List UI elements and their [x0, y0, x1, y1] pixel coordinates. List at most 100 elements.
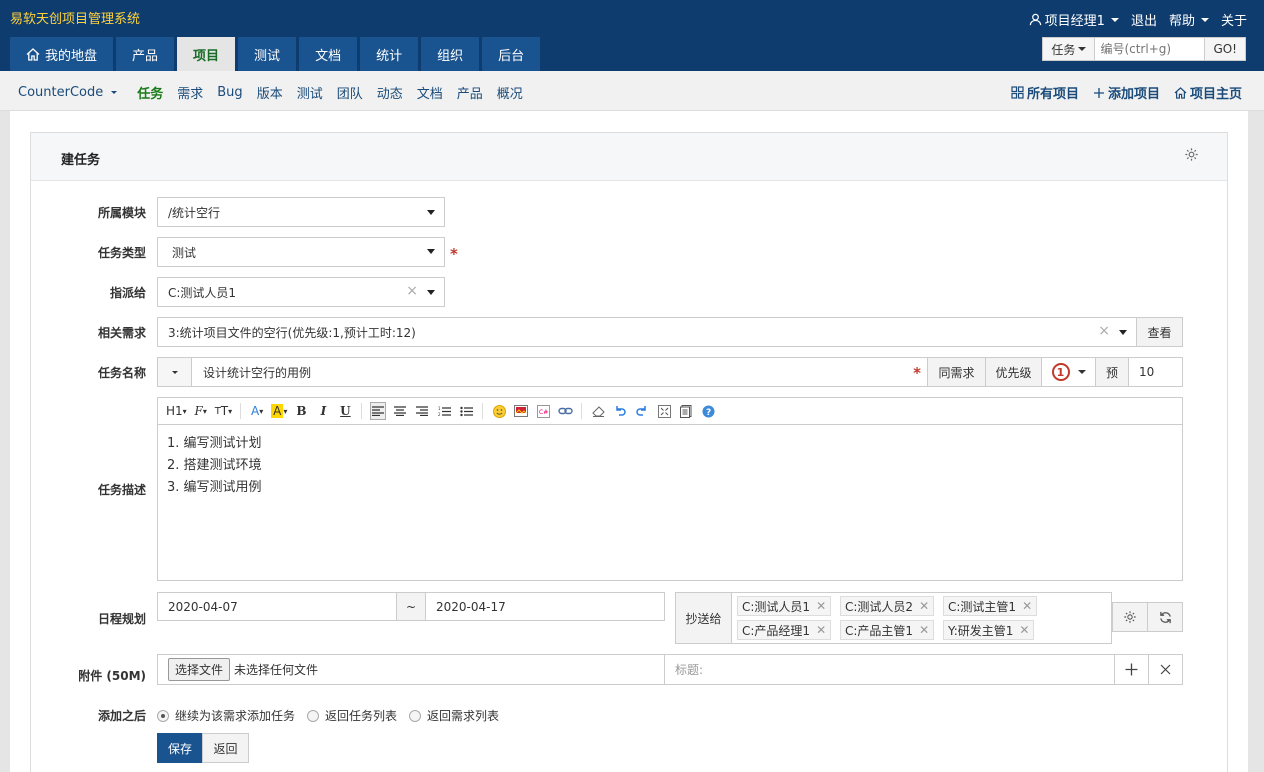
- remove-tag-icon[interactable]: ✕: [1022, 599, 1032, 613]
- user-dropdown[interactable]: 项目经理1: [1029, 10, 1119, 29]
- file-input[interactable]: 选择文件 未选择任何文件: [157, 654, 665, 685]
- subnav-bug[interactable]: Bug: [217, 85, 242, 100]
- app-brand[interactable]: 易软天创项目管理系统: [10, 8, 140, 27]
- eraser-icon[interactable]: [590, 402, 606, 420]
- desc-line: 3. 编写测试用例: [167, 480, 262, 495]
- subnav-task[interactable]: 任务: [137, 83, 163, 102]
- task-name-input[interactable]: 设计统计空行的用例 *: [191, 357, 928, 387]
- align-center-icon[interactable]: [392, 402, 408, 420]
- remove-tag-icon[interactable]: ✕: [919, 623, 929, 637]
- font-size-icon[interactable]: T T ▾: [215, 402, 232, 420]
- nav-tab-product[interactable]: 产品: [116, 37, 175, 71]
- project-home-link[interactable]: 项目主页: [1174, 83, 1242, 102]
- search-go-button[interactable]: GO!: [1205, 37, 1246, 61]
- cc-tag: C:测试人员1 ✕: [737, 596, 832, 616]
- clear-icon[interactable]: ×: [406, 283, 418, 299]
- cc-settings-button[interactable]: [1112, 602, 1148, 632]
- task-description-editor[interactable]: 1. 编写测试计划 2. 搭建测试环境 3. 编写测试用例: [157, 424, 1183, 581]
- nav-tab-admin[interactable]: 后台: [482, 37, 541, 71]
- help-dropdown[interactable]: 帮助: [1169, 10, 1209, 29]
- clear-icon[interactable]: ×: [1098, 323, 1110, 339]
- nav-tab-project[interactable]: 项目: [177, 37, 236, 71]
- choose-file-button[interactable]: 选择文件: [168, 658, 231, 681]
- add-project-link[interactable]: 添加项目: [1093, 83, 1160, 102]
- end-date-input[interactable]: 2020-04-17: [425, 592, 665, 621]
- cc-tag: C:产品主管1 ✕: [840, 620, 935, 640]
- nav-tab-org[interactable]: 组织: [421, 37, 480, 71]
- project-switcher[interactable]: CounterCode: [18, 85, 118, 100]
- grid-icon: [1011, 86, 1024, 99]
- heading-icon[interactable]: H1 ▾: [166, 402, 187, 420]
- redo-icon[interactable]: [634, 402, 650, 420]
- view-story-button[interactable]: 查看: [1136, 317, 1183, 347]
- emoticon-icon[interactable]: [491, 402, 507, 420]
- cc-refresh-button[interactable]: [1147, 602, 1183, 632]
- start-date-input[interactable]: 2020-04-07: [157, 592, 397, 621]
- search-type-select[interactable]: 任务: [1042, 37, 1096, 61]
- bold-icon[interactable]: B: [293, 402, 309, 420]
- nav-tab-stats[interactable]: 统计: [360, 37, 419, 71]
- highlight-icon[interactable]: A ▾: [271, 402, 287, 420]
- ordered-list-icon[interactable]: 12: [436, 402, 452, 420]
- nav-tab-doc[interactable]: 文档: [299, 37, 358, 71]
- svg-text:C#: C#: [539, 409, 548, 416]
- underline-icon[interactable]: U: [337, 402, 353, 420]
- cc-select[interactable]: C:测试人员1 ✕ C:测试人员2 ✕ C:测试主管1 ✕ C:产品经理1 ✕ C:产品…: [731, 592, 1112, 644]
- same-story-button[interactable]: 同需求: [927, 357, 986, 387]
- help-icon[interactable]: ?: [700, 402, 716, 420]
- image-icon[interactable]: [513, 402, 529, 420]
- subnav-product[interactable]: 产品: [457, 83, 483, 102]
- chevron-down-icon: [111, 91, 118, 94]
- undo-icon[interactable]: [612, 402, 628, 420]
- align-left-icon[interactable]: [370, 402, 387, 420]
- link-icon[interactable]: [557, 402, 573, 420]
- subnav-test[interactable]: 测试: [297, 83, 323, 102]
- subnav-overview[interactable]: 概况: [497, 83, 523, 102]
- estimate-input[interactable]: 10: [1128, 357, 1183, 387]
- remove-tag-icon[interactable]: ✕: [816, 599, 826, 613]
- add-attachment-button[interactable]: [1114, 654, 1149, 685]
- toolbar-divider: [482, 403, 484, 419]
- about-link[interactable]: 关于: [1221, 10, 1247, 29]
- remove-tag-icon[interactable]: ✕: [919, 599, 929, 613]
- align-right-icon[interactable]: [414, 402, 430, 420]
- gear-icon[interactable]: [1184, 147, 1199, 162]
- subnav-build[interactable]: 版本: [257, 83, 283, 102]
- font-family-icon[interactable]: F ▾: [193, 402, 209, 420]
- module-select[interactable]: /统计空行: [157, 197, 445, 227]
- remove-tag-icon[interactable]: ✕: [816, 623, 826, 637]
- color-picker-button[interactable]: [157, 357, 192, 387]
- save-button[interactable]: 保存: [157, 733, 203, 763]
- nav-tab-my[interactable]: 我的地盘: [10, 37, 114, 71]
- required-mark: *: [450, 245, 458, 263]
- story-label: 相关需求: [97, 326, 146, 340]
- logout-link[interactable]: 退出: [1131, 10, 1157, 29]
- create-task-card: 建任务 所属模块 /统计空行 任务类型 测试 * 指派给 C:测试人员1 × 相…: [30, 132, 1228, 772]
- subnav-doc[interactable]: 文档: [417, 83, 443, 102]
- task-type-select[interactable]: 测试: [157, 237, 445, 267]
- after-option-task-list[interactable]: 返回任务列表: [307, 707, 397, 724]
- back-button[interactable]: 返回: [202, 733, 249, 763]
- subnav-team[interactable]: 团队: [337, 83, 363, 102]
- task-name-value: 设计统计空行的用例: [203, 365, 312, 380]
- priority-select[interactable]: 1: [1041, 357, 1096, 387]
- remove-tag-icon[interactable]: ✕: [1019, 623, 1029, 637]
- chevron-down-icon: [1200, 17, 1209, 22]
- remove-attachment-button[interactable]: [1148, 654, 1183, 685]
- story-select[interactable]: 3:统计项目文件的空行(优先级:1,预计工时:12) ×: [157, 317, 1137, 347]
- after-option-continue[interactable]: 继续为该需求添加任务: [157, 707, 295, 724]
- font-color-icon[interactable]: A ▾: [249, 402, 265, 420]
- attach-title-input[interactable]: 标题:: [664, 654, 1115, 685]
- nav-tab-test[interactable]: 测试: [238, 37, 297, 71]
- after-option-story-list[interactable]: 返回需求列表: [409, 707, 499, 724]
- italic-icon[interactable]: I: [315, 402, 331, 420]
- search-input[interactable]: [1095, 37, 1206, 61]
- all-projects-link[interactable]: 所有项目: [1011, 83, 1079, 102]
- code-icon[interactable]: C#: [535, 402, 551, 420]
- subnav-dynamic[interactable]: 动态: [377, 83, 403, 102]
- unordered-list-icon[interactable]: [458, 402, 474, 420]
- template-icon[interactable]: [678, 402, 694, 420]
- fullscreen-icon[interactable]: [656, 402, 672, 420]
- subnav-story[interactable]: 需求: [177, 83, 203, 102]
- assign-select[interactable]: C:测试人员1 ×: [157, 277, 445, 307]
